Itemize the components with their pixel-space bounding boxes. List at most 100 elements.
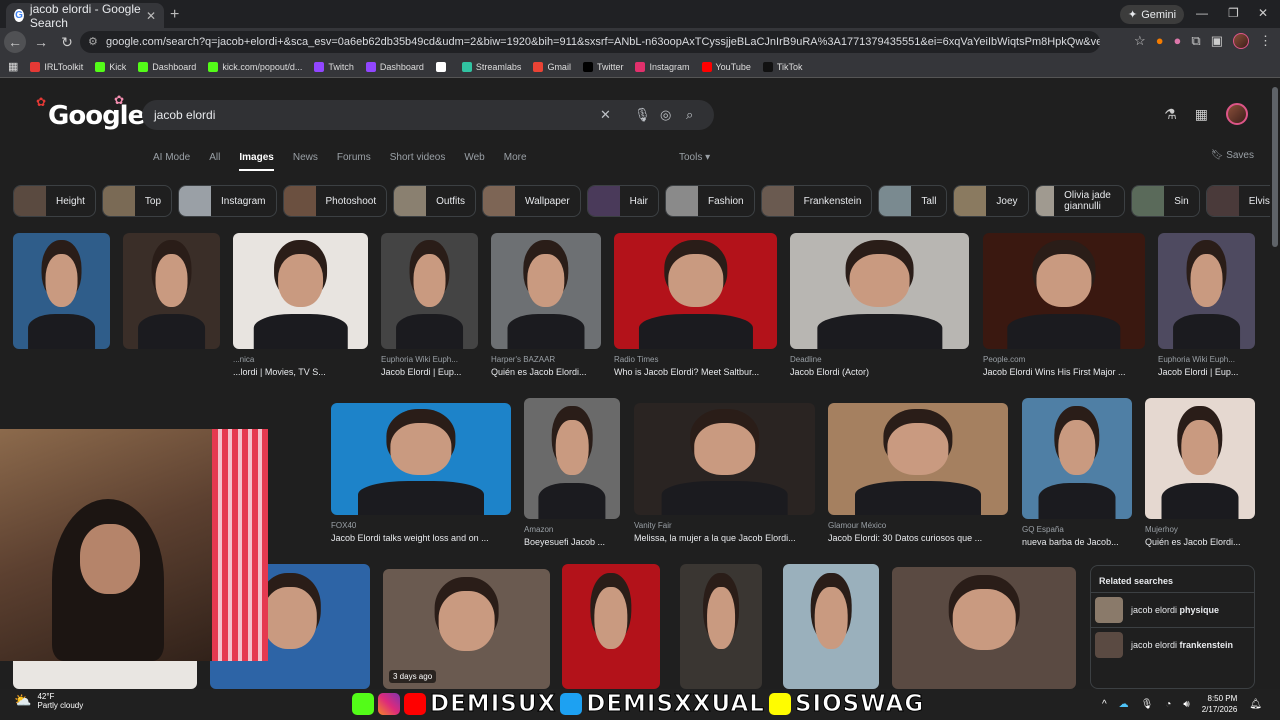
result-image[interactable] xyxy=(983,233,1145,349)
tab-all[interactable]: All xyxy=(209,152,220,171)
bookmark-star-icon[interactable]: ☆ xyxy=(1134,33,1146,49)
reload-icon[interactable]: ↻ xyxy=(56,31,78,53)
chip-elvis[interactable]: Elvis xyxy=(1205,185,1270,217)
result-image[interactable] xyxy=(1145,398,1255,519)
site-info-icon[interactable]: ⚙ xyxy=(88,31,98,53)
apps-grid-icon[interactable]: ▦ xyxy=(1195,106,1208,123)
maximize-icon[interactable]: ❐ xyxy=(1228,6,1239,20)
google-logo[interactable]: ✿ Google ✿ xyxy=(36,93,145,131)
result-image[interactable] xyxy=(1022,398,1132,519)
chip-instagram[interactable]: Instagram xyxy=(178,185,277,217)
chip-hair[interactable]: Hair xyxy=(586,185,660,217)
result-title[interactable]: Jacob Elordi talks weight loss and on ..… xyxy=(331,533,511,543)
extension-fox-icon[interactable]: ● xyxy=(1156,33,1164,49)
result-image[interactable] xyxy=(614,233,777,349)
extensions-puzzle-icon[interactable]: ⧉ xyxy=(1191,33,1200,49)
tab-news[interactable]: News xyxy=(293,152,318,171)
result-title[interactable]: Melissa, la mujer a la que Jacob Elordi.… xyxy=(634,533,815,543)
tab-forums[interactable]: Forums xyxy=(337,152,371,171)
saves-button[interactable]: 🔖︎ Saves xyxy=(1211,150,1254,161)
bookmark-item[interactable]: Twitch xyxy=(314,61,354,72)
result-image[interactable]: 3 days ago xyxy=(383,569,550,689)
result-title[interactable]: Jacob Elordi | Eup... xyxy=(381,367,478,377)
side-panel-icon[interactable]: ▣ xyxy=(1211,33,1223,49)
result-source[interactable]: Deadline xyxy=(790,355,969,364)
search-input[interactable]: jacob elordi ✕ 🎙︎ ◎ ⌕ xyxy=(142,100,714,130)
chip-wallpaper[interactable]: Wallpaper xyxy=(482,185,581,217)
result-source[interactable]: ...nica xyxy=(233,355,368,364)
profile-avatar[interactable] xyxy=(1233,33,1249,49)
result-title[interactable]: Who is Jacob Elordi? Meet Saltbur... xyxy=(614,367,777,377)
clear-search-icon[interactable]: ✕ xyxy=(600,100,611,130)
minimize-icon[interactable]: — xyxy=(1196,6,1208,20)
chip-photoshoot[interactable]: Photoshoot xyxy=(282,185,388,217)
result-image[interactable] xyxy=(491,233,601,349)
result-image[interactable] xyxy=(790,233,969,349)
chip-sin[interactable]: Sin xyxy=(1131,185,1200,217)
chip-frankenstein[interactable]: Frankenstein xyxy=(760,185,873,217)
result-title[interactable]: Jacob Elordi (Actor) xyxy=(790,367,969,377)
new-tab-button[interactable]: + xyxy=(170,6,179,24)
cloud-sync-icon[interactable]: ☁ xyxy=(1119,699,1129,710)
chip-tall[interactable]: Tall xyxy=(878,185,948,217)
voice-search-icon[interactable]: 🎙︎ xyxy=(634,100,651,130)
tab-images[interactable]: Images xyxy=(239,152,274,171)
forward-arrow-icon[interactable]: → xyxy=(30,31,52,53)
result-image[interactable] xyxy=(524,398,620,519)
result-image[interactable] xyxy=(13,233,110,349)
tools-menu[interactable]: Tools ▾ xyxy=(679,152,710,163)
result-title[interactable]: Jacob Elordi: 30 Datos curiosos que ... xyxy=(828,533,1008,543)
bookmark-item[interactable] xyxy=(435,61,450,72)
url-input[interactable]: ⚙ google.com/search?q=jacob+elordi+&sca_… xyxy=(80,31,1100,53)
chip-olivia-jade-giannulli[interactable]: Olivia jade giannulli xyxy=(1034,185,1126,217)
result-source[interactable]: Harper's BAZAAR xyxy=(491,355,601,364)
bookmark-item[interactable]: Streamlabs xyxy=(461,61,521,72)
tab-close-icon[interactable]: ✕ xyxy=(146,9,156,23)
scrollbar-thumb[interactable] xyxy=(1272,87,1278,247)
result-title[interactable]: Quién es Jacob Elordi... xyxy=(491,367,601,377)
related-search-item[interactable]: jacob elordi frankenstein xyxy=(1091,627,1254,662)
related-search-item[interactable]: jacob elordi physique xyxy=(1091,592,1254,627)
extension-icon[interactable]: ● xyxy=(1174,33,1182,49)
result-image[interactable] xyxy=(634,403,815,515)
result-source[interactable]: People.com xyxy=(983,355,1145,364)
bookmark-item[interactable]: kick.com/popout/d... xyxy=(208,61,302,72)
tab-ai-mode[interactable]: AI Mode xyxy=(153,152,190,171)
result-title[interactable]: ...lordi | Movies, TV S... xyxy=(233,367,368,377)
chip-fashion[interactable]: Fashion xyxy=(665,185,755,217)
labs-flask-icon[interactable]: ⚗ xyxy=(1164,106,1177,123)
weather-widget[interactable]: ⛅ 42°F Partly cloudy xyxy=(14,692,83,710)
result-title[interactable]: Jacob Elordi Wins His First Major ... xyxy=(983,367,1145,377)
bookmark-item[interactable]: TikTok xyxy=(762,61,803,72)
result-source[interactable]: Euphoria Wiki Euph... xyxy=(1158,355,1255,364)
result-source[interactable]: GQ España xyxy=(1022,525,1132,534)
clock[interactable]: 8:50 PM 2/17/2026 xyxy=(1202,693,1238,715)
tab-web[interactable]: Web xyxy=(464,152,484,171)
back-arrow-icon[interactable]: ← xyxy=(4,31,26,53)
bookmark-item[interactable]: IRLToolkit xyxy=(30,61,83,72)
window-close-icon[interactable]: ✕ xyxy=(1258,6,1268,20)
bookmark-item[interactable]: Instagram xyxy=(635,61,690,72)
result-image[interactable] xyxy=(331,403,511,515)
result-source[interactable]: Glamour México xyxy=(828,521,1008,530)
notification-bell-icon[interactable]: 🔔︎ xyxy=(1249,699,1262,710)
result-title[interactable]: nueva barba de Jacob... xyxy=(1022,537,1132,547)
bookmark-item[interactable]: Gmail xyxy=(533,61,571,72)
result-source[interactable]: Radio Times xyxy=(614,355,777,364)
gemini-button[interactable]: ✦ Gemini xyxy=(1120,5,1185,24)
bookmark-item[interactable]: Dashboard xyxy=(365,61,424,72)
result-title[interactable]: Boeyesuefi Jacob ... xyxy=(524,537,620,547)
result-title[interactable]: Jacob Elordi | Eup... xyxy=(1158,367,1255,377)
chip-outfits[interactable]: Outfits xyxy=(393,185,477,217)
tab-active[interactable]: G jacob elordi - Google Search ✕ xyxy=(6,2,164,30)
wifi-icon[interactable]: ◔ xyxy=(1165,699,1171,710)
browser-menu-icon[interactable]: ⋮ xyxy=(1259,33,1272,49)
chip-joey[interactable]: Joey xyxy=(953,185,1029,217)
result-title[interactable]: Quién es Jacob Elordi... xyxy=(1145,537,1255,547)
result-image[interactable] xyxy=(562,564,660,689)
bookmark-item[interactable]: YouTube xyxy=(701,61,751,72)
chip-top[interactable]: Top xyxy=(101,185,173,217)
result-source[interactable]: Amazon xyxy=(524,525,620,534)
result-image[interactable] xyxy=(828,403,1008,515)
result-image[interactable] xyxy=(381,233,478,349)
